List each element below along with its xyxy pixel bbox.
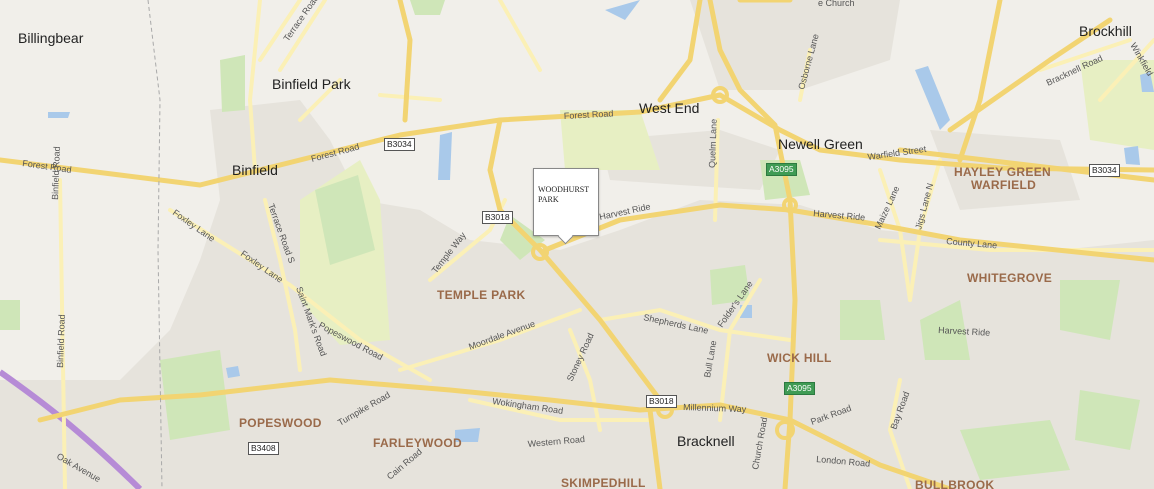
- street-label: Binfield Road: [50, 146, 62, 200]
- district-label-warfield: WARFIELD: [971, 178, 1037, 192]
- street-label: Forest Road: [22, 158, 72, 175]
- district-label-temple-park: TEMPLE PARK: [437, 288, 526, 302]
- place-label-billingbear: Billingbear: [18, 30, 84, 46]
- place-label-newell-green: Newell Green: [778, 136, 863, 152]
- street-label: Jigs Lane N: [913, 182, 935, 230]
- district-label-popeswood: POPESWOOD: [239, 416, 322, 430]
- place-label-west-end: West End: [639, 100, 700, 116]
- location-marker-callout[interactable]: WOODHURST PARK: [533, 168, 599, 245]
- road-shield-a3095: A3095: [766, 163, 797, 176]
- street-label: Quelm Lane: [707, 119, 719, 168]
- road-shield-b3018: B3018: [482, 211, 513, 224]
- district-label-skimpedhill: SKIMPEDHILL: [561, 476, 646, 489]
- place-label-bracknell: Bracknell: [677, 433, 735, 449]
- map-canvas[interactable]: Forest Road Forest Road Forest Road Terr…: [0, 0, 1154, 489]
- street-label: e Church: [818, 0, 855, 8]
- district-label-bullbrook: BULLBROOK: [915, 478, 995, 489]
- district-label-wick-hill: WICK HILL: [767, 351, 832, 365]
- street-label: Binfield Road: [55, 314, 67, 368]
- map-base-layer: Forest Road Forest Road Forest Road Terr…: [0, 0, 1154, 489]
- district-label-whitegrove: WHITEGROVE: [967, 271, 1053, 285]
- district-label-farleywood: FARLEYWOOD: [373, 436, 462, 450]
- road-shield-b3018: B3018: [646, 395, 677, 408]
- road-shield-a3095: A3095: [784, 382, 815, 395]
- street-label: Foxley Lane: [171, 207, 217, 243]
- district-label-hayley-green: HAYLEY GREEN: [954, 165, 1051, 179]
- road-shield-b3034: B3034: [384, 138, 415, 151]
- place-label-brockhill: Brockhill: [1079, 23, 1132, 39]
- place-label-binfield-park: Binfield Park: [272, 76, 351, 92]
- place-label-binfield: Binfield: [232, 162, 278, 178]
- road-shield-b3034: B3034: [1089, 164, 1120, 177]
- marker-label: WOODHURST PARK: [538, 185, 589, 204]
- road-shield-b3408: B3408: [248, 442, 279, 455]
